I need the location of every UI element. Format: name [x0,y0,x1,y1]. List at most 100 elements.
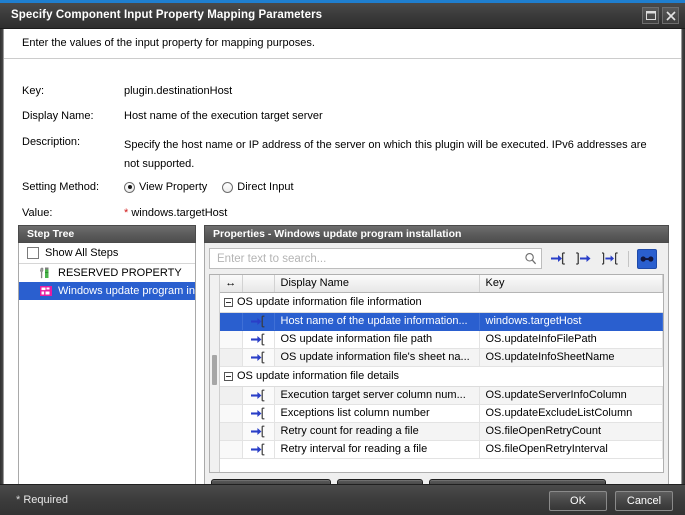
row-mapping-cell[interactable] [220,440,242,458]
column-header-key[interactable]: Key [479,275,663,292]
tree-node-label: RESERVED PROPERTY [58,267,182,279]
group-collapse-icon[interactable] [224,298,233,307]
input-arrow-icon [250,315,266,328]
link-toggle-button[interactable] [637,249,657,269]
table-group-label: OS update information file details [237,370,399,382]
step-tree-body: Show All Steps RESERVED PROPERTY [18,243,196,510]
title-bar: Specify Component Input Property Mapping… [0,3,685,29]
column-header-mapping[interactable]: ↔ [220,275,242,292]
required-star: * [16,494,20,506]
maximize-button[interactable] [642,7,659,24]
description-value: Specify the host name or IP address of t… [124,136,664,174]
column-header-display-name[interactable]: Display Name [274,275,479,292]
search-field-wrapper [209,248,542,269]
row-type-cell [242,422,274,440]
key-label: Key: [22,85,44,97]
table-vertical-scrollbar[interactable] [210,275,220,472]
row-key: windows.targetHost [479,312,663,330]
step-tree-panel: Step Tree Show All Steps RESERVED [18,225,196,510]
properties-toolbar [209,248,657,269]
row-key: OS.updateServerInfoColumn [479,386,663,404]
table-group-row[interactable]: OS update information file information [220,292,663,312]
row-display-name: Exceptions list column number [274,404,479,422]
table-row[interactable]: OS update information file pathOS.update… [220,330,663,348]
required-label: Required [23,494,68,506]
properties-table-wrapper: ↔ Display Name Key OS update information… [209,274,664,473]
row-mapping-cell[interactable] [220,422,242,440]
radio-view-property-mark [124,182,135,193]
value-label: Value: [22,207,52,219]
setting-method-label: Setting Method: [22,181,99,193]
key-value: plugin.destinationHost [124,85,232,97]
row-mapping-cell[interactable] [220,330,242,348]
column-header-icon[interactable] [242,275,274,292]
row-type-cell [242,440,274,458]
step-tree-header: Step Tree [18,225,196,243]
dialog-content: Enter the values of the input property f… [3,29,682,484]
row-type-cell [242,404,274,422]
map-both-icon [602,251,618,266]
row-mapping-cell[interactable] [220,404,242,422]
row-mapping-cell[interactable] [220,386,242,404]
window-title: Specify Component Input Property Mapping… [11,9,322,21]
properties-table-viewport: ↔ Display Name Key OS update information… [220,275,663,472]
row-display-name: OS update information file's sheet na... [274,348,479,366]
step-component-icon [39,284,53,298]
map-in-icon [550,251,566,266]
row-type-cell [242,330,274,348]
row-display-name: OS update information file path [274,330,479,348]
radio-direct-input-label: Direct Input [237,181,293,193]
show-all-steps-checkbox[interactable] [27,247,39,259]
group-collapse-icon[interactable] [224,372,233,381]
row-key: OS.fileOpenRetryCount [479,422,663,440]
row-type-cell [242,312,274,330]
table-row[interactable]: Retry count for reading a fileOS.fileOpe… [220,422,663,440]
dialog-window: Specify Component Input Property Mapping… [0,0,685,515]
table-row[interactable]: Exceptions list column numberOS.updateEx… [220,404,663,422]
show-all-steps-label: Show All Steps [45,247,118,259]
maximize-icon [646,11,656,20]
table-scrollbar-thumb[interactable] [212,355,217,385]
display-name-value: Host name of the execution target server [124,110,323,122]
row-mapping-cell[interactable] [220,348,242,366]
table-row[interactable]: Host name of the update information...wi… [220,312,663,330]
display-name-label: Display Name: [22,110,94,122]
toolbar-separator [628,251,629,267]
tree-node-reserved-property[interactable]: RESERVED PROPERTY [19,264,195,282]
search-input[interactable] [209,248,542,269]
instruction-divider [4,58,681,59]
value-content: * windows.targetHost [124,207,227,219]
table-row[interactable]: OS update information file's sheet na...… [220,348,663,366]
required-note: * Required [16,494,68,506]
link-toggle-icon [639,252,655,266]
row-mapping-cell[interactable] [220,312,242,330]
panels-area: Step Tree Show All Steps RESERVED [18,225,669,510]
table-group-row[interactable]: OS update information file details [220,366,663,386]
close-button[interactable] [662,7,679,24]
reserved-property-icon [39,266,53,280]
radio-direct-input[interactable]: Direct Input [222,181,293,193]
properties-header: Properties - Windows update program inst… [204,225,669,243]
window-controls [642,7,679,24]
show-all-steps-checkbox-row[interactable]: Show All Steps [19,243,195,264]
ok-button[interactable]: OK [549,491,607,511]
table-row[interactable]: Execution target server column num...OS.… [220,386,663,404]
input-arrow-icon [250,351,266,364]
row-type-cell [242,348,274,366]
radio-view-property[interactable]: View Property [124,181,207,193]
table-row[interactable]: Retry interval for reading a fileOS.file… [220,440,663,458]
tree-node-label: Windows update program in [58,285,195,297]
tree-node-windows-update-program[interactable]: Windows update program in [19,282,195,300]
map-both-button[interactable] [600,249,620,269]
footer-buttons: OK Cancel [549,491,673,511]
description-label: Description: [22,136,80,148]
row-key: OS.updateInfoFilePath [479,330,663,348]
close-icon [666,11,676,21]
map-in-button[interactable] [548,249,568,269]
row-type-cell [242,386,274,404]
cancel-button[interactable]: Cancel [615,491,673,511]
map-out-button[interactable] [574,249,594,269]
properties-table-body: OS update information file informationHo… [220,292,663,458]
input-arrow-icon [250,389,266,402]
value-text: windows.targetHost [131,207,227,219]
